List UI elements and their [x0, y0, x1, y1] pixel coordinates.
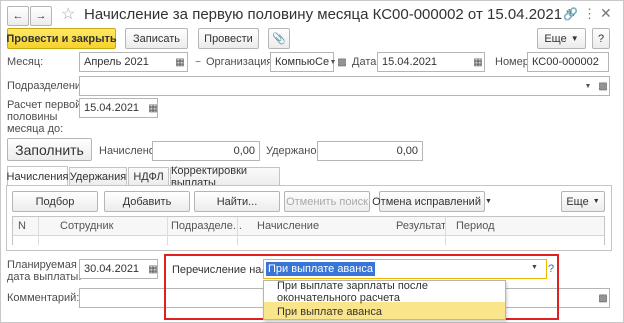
withheld-field: 0,00 [317, 141, 423, 161]
chevron-down-icon: ▼ [484, 198, 492, 205]
tab-payment-corrections[interactable]: Корректировки выплаты [170, 165, 280, 189]
tab-accruals[interactable]: Начисления [7, 166, 68, 186]
col-result[interactable]: Результат [396, 220, 446, 232]
pay-date-label-1: Планируемая [7, 259, 77, 271]
col-divider [38, 217, 39, 245]
favorite-star-icon[interactable]: ☆ [61, 4, 75, 24]
help-button[interactable]: ? [592, 28, 610, 49]
dropdown-option-on-advance[interactable]: При выплате аванса [264, 302, 505, 319]
chevron-down-icon: ▼ [592, 198, 600, 205]
tab-ndfl[interactable]: НДФЛ [128, 167, 169, 186]
col-n[interactable]: N [18, 220, 26, 232]
org-label: Организация: [206, 56, 276, 68]
col-period[interactable]: Период [456, 220, 495, 232]
month-minus-icon[interactable]: − [190, 53, 206, 71]
date-field[interactable]: 15.04.2021 [377, 52, 485, 72]
col-department[interactable]: Подразделе... [171, 220, 242, 232]
paperclip-icon: 📎 [272, 33, 286, 45]
number-field[interactable]: КС00-000002 [527, 52, 609, 72]
close-icon[interactable]: ✕ [600, 5, 612, 22]
col-divider [167, 217, 168, 245]
calendar-icon[interactable]: ▦ [145, 99, 161, 117]
open-icon[interactable]: ▩ [595, 77, 611, 95]
pay-date-label-2: дата выплаты: [7, 271, 82, 283]
withheld-label: Удержано: [266, 145, 320, 157]
open-icon[interactable]: ▩ [595, 289, 611, 307]
col-employee[interactable]: Сотрудник [60, 220, 113, 232]
save-button[interactable]: Записать [125, 28, 188, 49]
find-button[interactable]: Найти... [194, 191, 280, 212]
post-button[interactable]: Провести [198, 28, 259, 49]
calendar-icon[interactable]: ▦ [172, 53, 188, 71]
post-and-close-button[interactable]: Провести и закрыть [6, 28, 117, 49]
cancel-search-button[interactable]: Отменить поиск [284, 191, 370, 212]
arrow-left-icon: ← [12, 10, 24, 22]
add-button[interactable]: Добавить [104, 191, 190, 212]
calc-label-3: месяца до: [7, 123, 64, 135]
table-more-button[interactable]: Еще ▼ [561, 191, 605, 212]
calendar-icon[interactable]: ▦ [145, 260, 161, 278]
attach-button[interactable]: 📎 [268, 28, 290, 49]
forward-button[interactable]: → [30, 6, 52, 26]
fill-button[interactable]: Заполнить [7, 138, 92, 161]
back-button[interactable]: ← [7, 6, 29, 26]
department-label: Подразделение: [7, 80, 91, 92]
chevron-down-icon[interactable]: ▼ [531, 264, 538, 271]
tax-help-button[interactable]: ? [548, 263, 554, 275]
tab-deductions[interactable]: Удержания [69, 167, 127, 186]
table-more-label: Еще [566, 195, 589, 208]
calc-label-1: Расчет первой [7, 99, 82, 111]
cancel-corrections-label: Отмена исправлений [372, 195, 481, 208]
more-vertical-icon[interactable]: ⋮ [583, 6, 596, 22]
chevron-down-icon: ▼ [570, 34, 579, 43]
open-icon[interactable]: ▩ [334, 53, 350, 71]
arrow-right-icon: → [35, 10, 47, 22]
tax-dropdown-list: При выплате зарплаты после окончательног… [263, 280, 506, 320]
dropdown-option-after-final-calc[interactable]: При выплате зарплаты после окончательног… [264, 281, 505, 304]
more-label: Еще [544, 32, 567, 45]
department-field[interactable] [79, 76, 610, 96]
calc-label-2: половины [7, 111, 58, 123]
dropdown-icon[interactable]: ▼ [580, 77, 596, 95]
more-button[interactable]: Еще ▼ [537, 28, 586, 49]
tax-transfer-value: При выплате аванса [266, 262, 375, 276]
pick-button[interactable]: Подбор [12, 191, 98, 212]
link-icon[interactable]: 🔗 [563, 7, 578, 21]
window-title: Начисление за первую половину месяца КС0… [84, 6, 573, 23]
calendar-icon[interactable]: ▦ [470, 53, 486, 71]
col-divider [445, 217, 446, 245]
comment-label: Комментарий: [7, 292, 80, 304]
col-divider [237, 217, 238, 245]
month-label: Месяц: [7, 56, 44, 68]
accrued-label: Начислено: [99, 145, 158, 157]
accrued-field: 0,00 [152, 141, 260, 161]
date-label: Дата: [352, 56, 380, 68]
col-accrual[interactable]: Начисление [257, 220, 319, 232]
cancel-corrections-button[interactable]: Отмена исправлений ▼ [372, 191, 492, 212]
